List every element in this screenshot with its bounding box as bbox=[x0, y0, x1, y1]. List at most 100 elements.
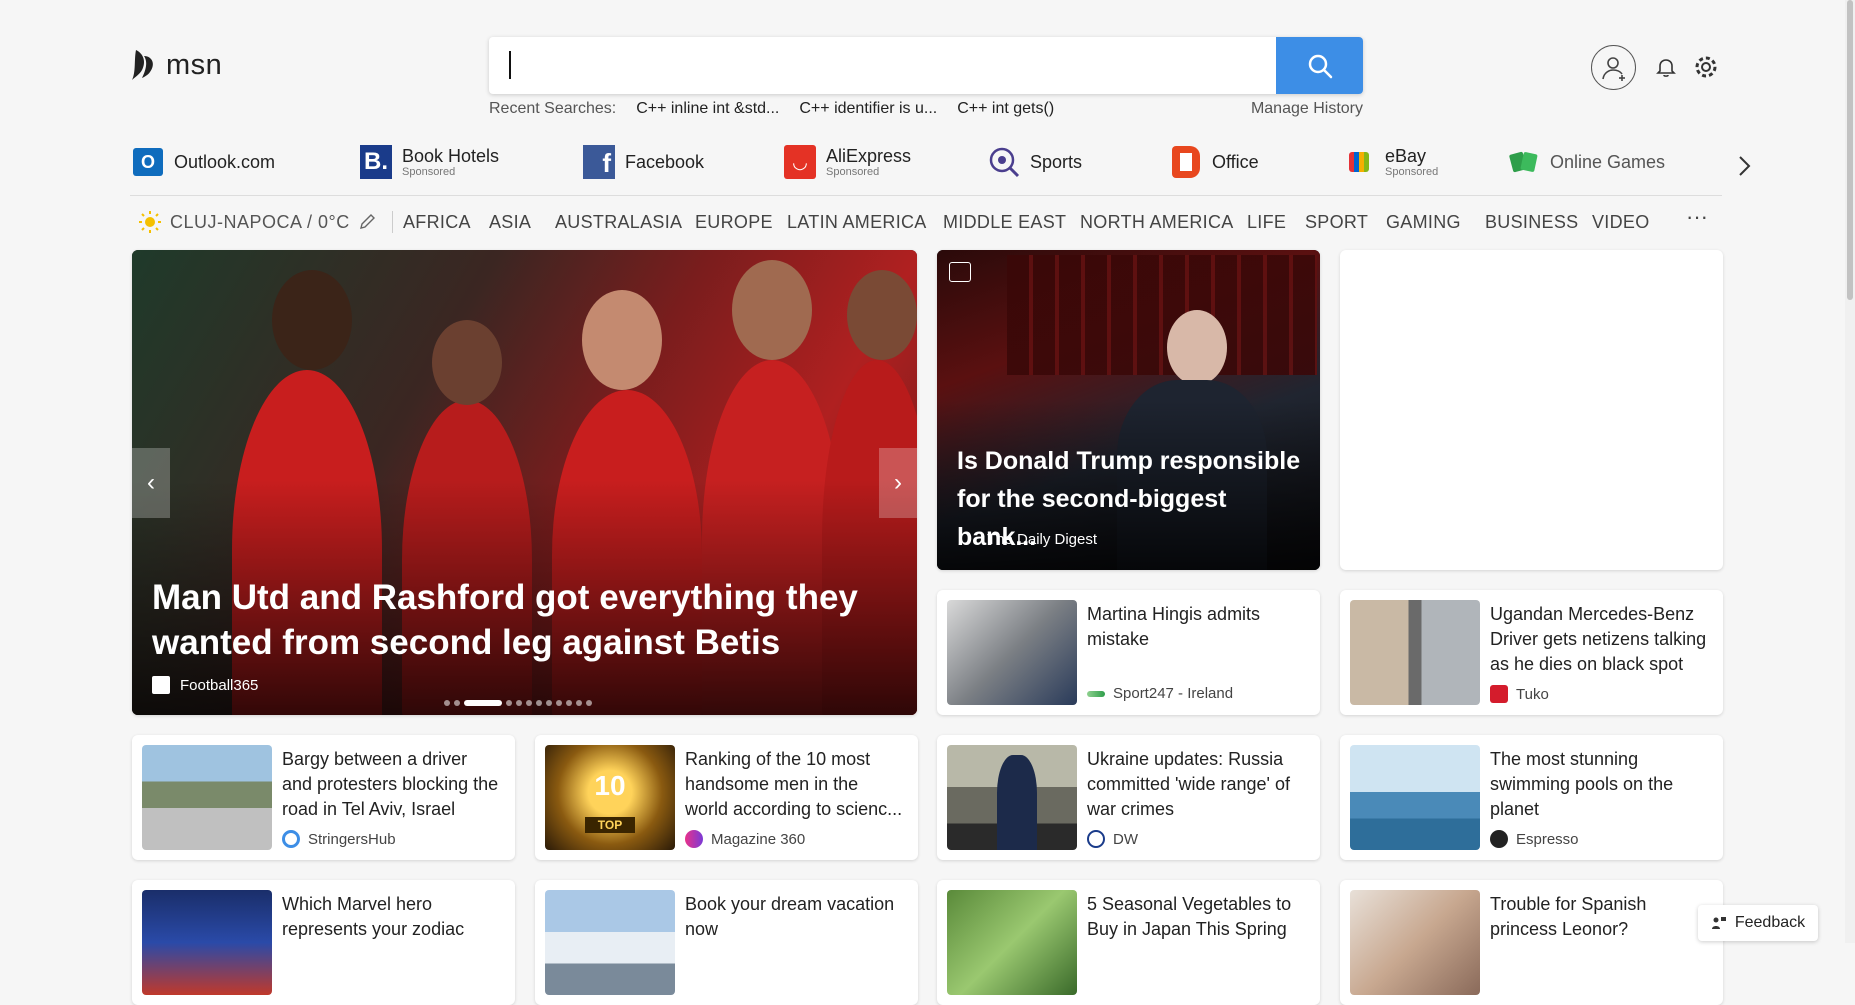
nav-item-business[interactable]: BUSINESS bbox=[1485, 212, 1578, 233]
carousel-dot[interactable] bbox=[546, 700, 552, 706]
espresso-logo-icon bbox=[1490, 830, 1508, 848]
quicklink-label: AliExpress bbox=[826, 146, 912, 166]
quicklink-outlook[interactable]: O Outlook.com bbox=[132, 145, 275, 179]
edit-pencil-icon[interactable] bbox=[358, 213, 376, 231]
nav-item-video[interactable]: VIDEO bbox=[1592, 212, 1650, 233]
news-card[interactable]: Martina Hingis admits mistake Sport247 -… bbox=[937, 590, 1320, 715]
nav-item-sport[interactable]: SPORT bbox=[1305, 212, 1368, 233]
nav-item-life[interactable]: LIFE bbox=[1247, 212, 1286, 233]
nav-item-australasia[interactable]: AUSTRALASIA bbox=[555, 212, 682, 233]
carousel-dot[interactable] bbox=[576, 700, 582, 706]
nav-more-button[interactable]: ··· bbox=[1686, 204, 1708, 230]
recent-search-item[interactable]: C++ int gets() bbox=[957, 100, 1054, 118]
feedback-button[interactable]: Feedback bbox=[1698, 905, 1818, 941]
scrollbar-thumb[interactable] bbox=[1847, 0, 1853, 300]
settings-gear-icon[interactable] bbox=[1693, 54, 1719, 85]
news-source-name: StringersHub bbox=[308, 830, 396, 848]
quicklink-aliexpress[interactable]: ◡ AliExpress Sponsored bbox=[784, 145, 911, 179]
carousel-dot[interactable] bbox=[526, 700, 532, 706]
search-button[interactable] bbox=[1276, 37, 1363, 94]
sports-icon bbox=[988, 145, 1020, 179]
hero-source[interactable]: Football365 bbox=[152, 676, 258, 694]
ebay-icon bbox=[1343, 145, 1375, 179]
news-source-name: Tuko bbox=[1516, 685, 1549, 703]
nav-item-north-america[interactable]: NORTH AMERICA bbox=[1080, 212, 1234, 233]
facebook-icon: f bbox=[583, 145, 615, 179]
news-source[interactable]: Sport247 - Ireland bbox=[1087, 685, 1233, 702]
msn-logo[interactable]: msn bbox=[130, 48, 222, 82]
stringershub-logo-icon bbox=[282, 830, 300, 848]
news-source[interactable]: Tuko bbox=[1490, 685, 1549, 703]
quicklink-ebay[interactable]: eBay Sponsored bbox=[1343, 145, 1438, 179]
nav-item-middle-east[interactable]: MIDDLE EAST bbox=[943, 212, 1066, 233]
manage-history-link[interactable]: Manage History bbox=[1251, 100, 1363, 118]
news-card[interactable]: Ugandan Mercedes-Benz Driver gets netize… bbox=[1340, 590, 1723, 715]
news-headline[interactable]: Bargy between a driver and protesters bl… bbox=[282, 747, 502, 822]
carousel-dot[interactable] bbox=[506, 700, 512, 706]
carousel-dot-active[interactable] bbox=[464, 700, 502, 706]
weather-text: CLUJ-NAPOCA / 0°C bbox=[170, 211, 350, 232]
dw-logo-icon bbox=[1087, 830, 1105, 848]
news-source[interactable]: Magazine 360 bbox=[685, 830, 805, 848]
quicklink-book-hotels[interactable]: B. Book Hotels Sponsored bbox=[360, 145, 499, 179]
story-source[interactable]: The Daily Digest bbox=[987, 531, 1097, 548]
nav-item-latin-america[interactable]: LATIN AMERICA bbox=[787, 212, 927, 233]
news-source[interactable]: StringersHub bbox=[282, 830, 396, 848]
carousel-dot[interactable] bbox=[586, 700, 592, 706]
weather-widget[interactable]: CLUJ-NAPOCA / 0°C bbox=[138, 210, 393, 234]
news-card[interactable]: 10 TOP Ranking of the 10 most handsome m… bbox=[535, 735, 918, 860]
carousel-dot[interactable] bbox=[536, 700, 542, 706]
news-headline[interactable]: The most stunning swimming pools on the … bbox=[1490, 747, 1710, 822]
recent-search-item[interactable]: C++ identifier is u... bbox=[799, 100, 937, 118]
sport247-logo-icon bbox=[1087, 690, 1105, 697]
carousel-dot[interactable] bbox=[566, 700, 572, 706]
news-card[interactable]: Bargy between a driver and protesters bl… bbox=[132, 735, 515, 860]
quicklink-online-games[interactable]: Online Games bbox=[1508, 145, 1665, 179]
football365-logo-icon bbox=[152, 676, 170, 694]
recent-search-item[interactable]: C++ inline int &std... bbox=[636, 100, 779, 118]
carousel-dot[interactable] bbox=[454, 700, 460, 706]
news-headline[interactable]: Book your dream vacation now bbox=[685, 892, 905, 942]
top10-badge-number: 10 bbox=[594, 770, 626, 801]
news-headline[interactable]: Ugandan Mercedes-Benz Driver gets netize… bbox=[1490, 602, 1710, 677]
quick-links-next-chevron-icon[interactable] bbox=[1736, 154, 1752, 183]
quicklink-sports[interactable]: Sports bbox=[988, 145, 1082, 179]
notifications-bell-icon[interactable] bbox=[1655, 56, 1677, 83]
news-headline[interactable]: Trouble for Spanish princess Leonor? bbox=[1490, 892, 1710, 942]
search-box[interactable] bbox=[489, 37, 1363, 94]
news-headline[interactable]: Ranking of the 10 most handsome men in t… bbox=[685, 747, 905, 822]
quicklink-label: Online Games bbox=[1550, 152, 1666, 172]
carousel-prev-button[interactable]: ‹ bbox=[132, 448, 170, 518]
nav-item-asia[interactable]: ASIA bbox=[489, 212, 531, 233]
news-source[interactable]: Espresso bbox=[1490, 830, 1579, 848]
news-headline[interactable]: 5 Seasonal Vegetables to Buy in Japan Th… bbox=[1087, 892, 1307, 942]
account-button[interactable] bbox=[1591, 45, 1636, 90]
magazine360-logo-icon bbox=[685, 830, 703, 848]
carousel-next-button[interactable]: › bbox=[879, 448, 917, 518]
nav-item-europe[interactable]: EUROPE bbox=[695, 212, 773, 233]
news-card[interactable]: Ukraine updates: Russia committed 'wide … bbox=[937, 735, 1320, 860]
news-source-name: DW bbox=[1113, 830, 1138, 848]
news-headline[interactable]: Which Marvel hero represents your zodiac bbox=[282, 892, 502, 942]
quicklink-facebook[interactable]: f Facebook bbox=[583, 145, 704, 179]
nav-item-gaming[interactable]: GAMING bbox=[1386, 212, 1461, 233]
news-card[interactable]: The most stunning swimming pools on the … bbox=[1340, 735, 1723, 860]
featured-story-card[interactable]: Is Donald Trump responsible for the seco… bbox=[937, 250, 1320, 570]
search-icon bbox=[1308, 54, 1332, 78]
hero-carousel[interactable]: ‹ › Man Utd and Rashford got everything … bbox=[132, 250, 917, 715]
news-headline[interactable]: Martina Hingis admits mistake bbox=[1087, 602, 1307, 652]
carousel-dot[interactable] bbox=[444, 700, 450, 706]
news-thumbnail bbox=[1350, 600, 1480, 705]
recent-searches: Recent Searches: C++ inline int &std... … bbox=[489, 100, 1363, 118]
carousel-dot[interactable] bbox=[556, 700, 562, 706]
hero-headline[interactable]: Man Utd and Rashford got everything they… bbox=[152, 575, 872, 665]
carousel-dot[interactable] bbox=[516, 700, 522, 706]
nav-item-africa[interactable]: AFRICA bbox=[403, 212, 471, 233]
quicklink-office[interactable]: Office bbox=[1170, 145, 1259, 179]
news-source-name: Espresso bbox=[1516, 830, 1579, 848]
feedback-person-icon bbox=[1711, 917, 1726, 929]
search-input[interactable] bbox=[501, 45, 1261, 85]
games-icon bbox=[1508, 145, 1540, 179]
news-source[interactable]: DW bbox=[1087, 830, 1138, 848]
news-headline[interactable]: Ukraine updates: Russia committed 'wide … bbox=[1087, 747, 1307, 822]
